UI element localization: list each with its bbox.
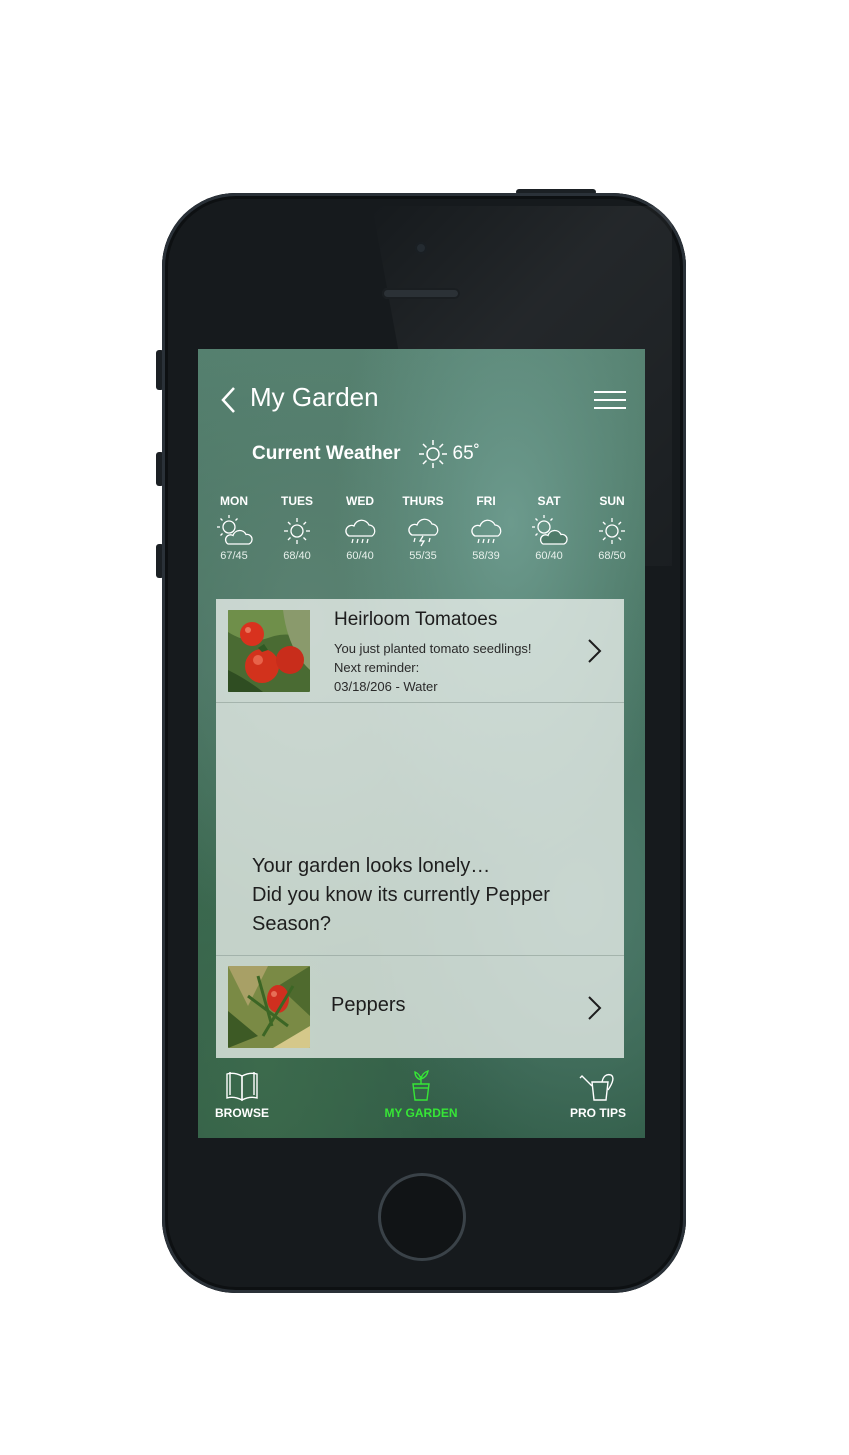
chevron-right-icon[interactable] [586, 994, 602, 1022]
plant-title: Heirloom Tomatoes [334, 609, 498, 630]
empty-garden-message: Your garden looks lonely… Did you know i… [252, 852, 550, 939]
book-icon [226, 1072, 258, 1102]
message-line: Your garden looks lonely… [252, 855, 491, 877]
sun-icon [284, 518, 310, 544]
day-name: TUES [280, 494, 313, 508]
chevron-right-icon[interactable] [586, 637, 602, 665]
potted-plant-icon [412, 1070, 430, 1101]
tab-label: MY GARDEN [384, 1106, 458, 1120]
tab-browse[interactable]: BROWSE [212, 1070, 272, 1120]
plant-row-peppers[interactable]: Peppers [216, 955, 624, 1059]
tab-my-garden[interactable]: MY GARDEN [376, 1070, 466, 1120]
plant-title: Peppers [331, 994, 406, 1016]
garden-panel: Heirloom Tomatoes You just planted tomat… [216, 599, 624, 1058]
day-temps: 68/50 [598, 550, 626, 562]
tab-label: BROWSE [215, 1106, 269, 1120]
rain-cloud-icon [345, 519, 376, 544]
forecast-day: TUES 68/40 [273, 494, 321, 562]
current-weather-label: Current Weather [252, 443, 401, 464]
page-title: My Garden [250, 382, 379, 412]
tomato-photo [228, 610, 310, 692]
rain-cloud-icon [471, 519, 502, 544]
pepper-photo [228, 966, 310, 1048]
day-name: THURS [402, 494, 444, 508]
weekly-forecast: MON 67/45 TUES 68/40 WED 60/40 THURS 55/… [210, 494, 636, 562]
forecast-day: THURS 55/35 [399, 494, 447, 562]
partly-cloudy-icon [217, 515, 253, 545]
forecast-day: WED 60/40 [336, 494, 384, 562]
forecast-day: SAT 60/40 [525, 494, 573, 562]
home-button[interactable] [378, 1173, 466, 1261]
app-screen: My Garden Current Weather 65˚ MON 67/45 … [198, 349, 645, 1138]
day-name: WED [346, 494, 374, 508]
watering-can-icon [579, 1073, 614, 1101]
plant-status: You just planted tomato seedlings! Next … [334, 639, 532, 696]
earpiece-speaker [382, 288, 460, 299]
message-line: Did you know its currently Pepper [252, 884, 550, 906]
current-weather: Current Weather 65˚ [252, 437, 480, 471]
forecast-day: SUN 68/50 [588, 494, 636, 562]
back-chevron-icon[interactable] [218, 385, 240, 415]
bottom-tab-bar: BROWSE MY GARDEN PRO TIPS [198, 1064, 645, 1138]
tab-pro-tips[interactable]: PRO TIPS [566, 1070, 630, 1120]
day-temps: 68/40 [283, 550, 311, 562]
day-temps: 55/35 [409, 550, 437, 562]
reminder-date: 03/18/206 - Water [334, 679, 438, 694]
day-temps: 60/40 [346, 550, 374, 562]
day-temps: 67/45 [220, 550, 248, 562]
thunderstorm-icon [408, 518, 439, 547]
message-line: Season? [252, 913, 331, 935]
status-line: You just planted tomato seedlings! [334, 641, 532, 656]
sun-icon [418, 440, 447, 468]
front-camera [415, 242, 427, 254]
forecast-day: MON 67/45 [210, 494, 258, 562]
reminder-label: Next reminder: [334, 660, 420, 675]
day-name: SUN [599, 494, 625, 508]
day-name: SAT [537, 494, 561, 508]
day-temps: 58/39 [472, 550, 500, 562]
plant-row-tomatoes[interactable]: Heirloom Tomatoes You just planted tomat… [216, 599, 624, 703]
hamburger-menu-icon[interactable] [594, 391, 626, 413]
current-temp: 65˚ [452, 443, 480, 464]
day-name: MON [220, 494, 248, 508]
partly-cloudy-icon [532, 515, 568, 545]
tab-label: PRO TIPS [569, 1106, 626, 1120]
app-header: My Garden [198, 349, 645, 449]
sun-icon [599, 518, 625, 544]
forecast-day: FRI 58/39 [462, 494, 510, 562]
day-temps: 60/40 [535, 550, 563, 562]
day-name: FRI [476, 494, 496, 508]
